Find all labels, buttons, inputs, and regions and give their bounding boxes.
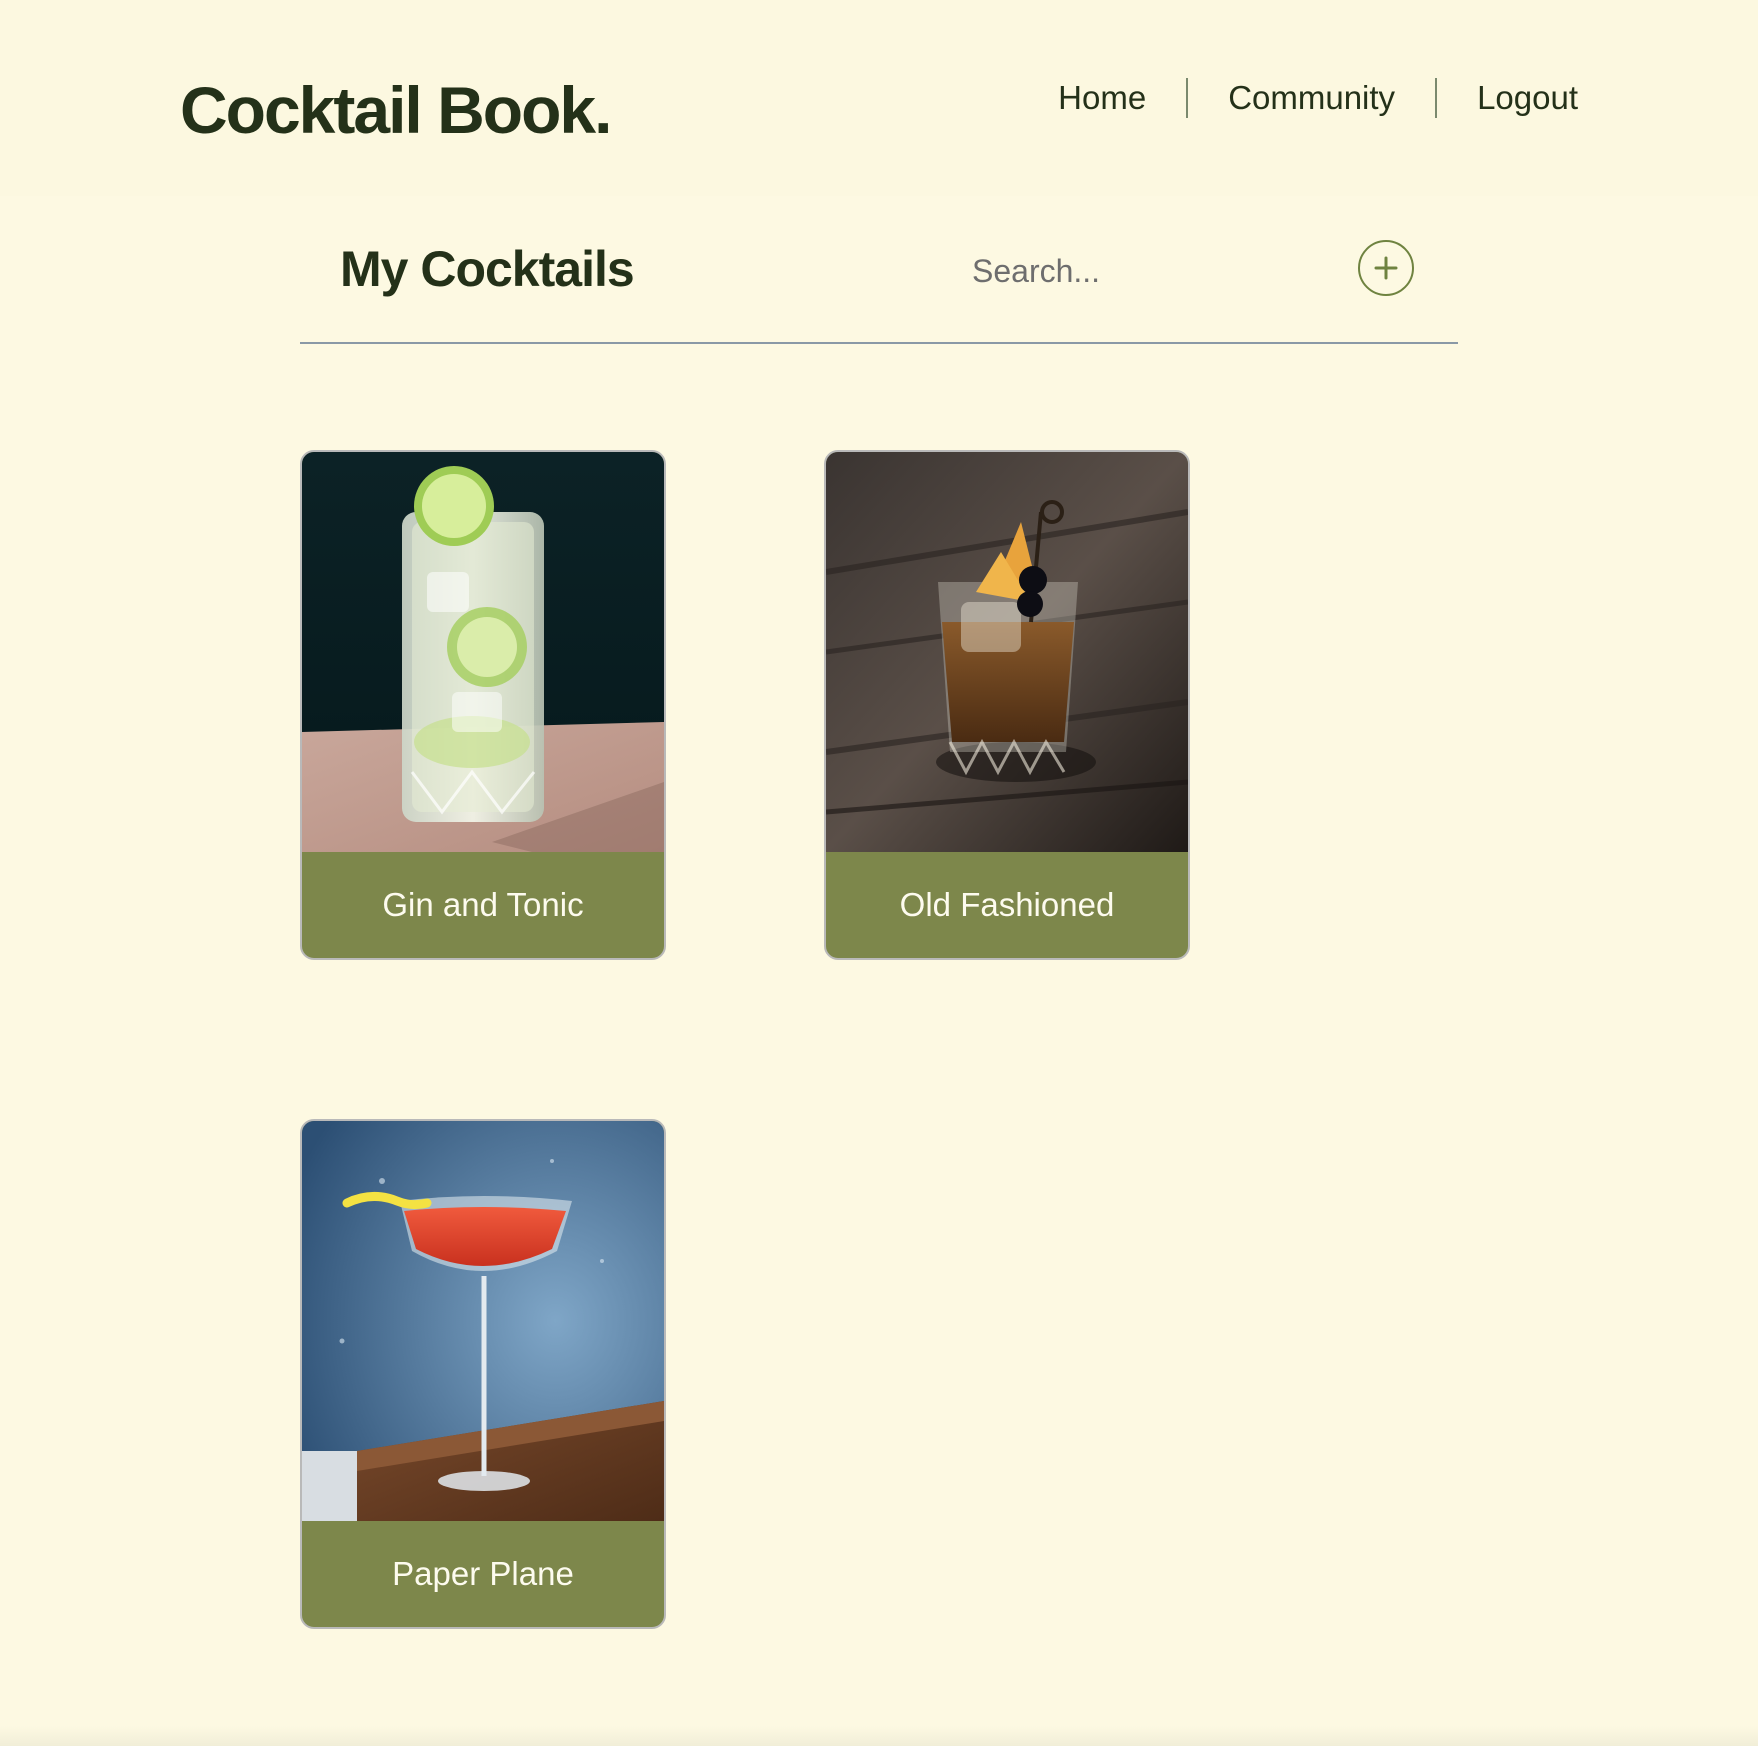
page: Cocktail Book. Home Community Logout My … — [0, 0, 1758, 1746]
site-logo[interactable]: Cocktail Book. — [180, 72, 612, 148]
cocktails-toolbar: My Cocktails — [300, 220, 1458, 344]
plus-circle-icon — [1374, 256, 1398, 280]
nav-community-link[interactable]: Community — [1228, 79, 1395, 117]
gin-and-tonic-photo — [302, 452, 664, 852]
cocktail-name: Gin and Tonic — [382, 886, 584, 923]
nav-divider — [1435, 78, 1438, 118]
page-title: My Cocktails — [340, 241, 635, 297]
nav-home-link[interactable]: Home — [1058, 79, 1146, 117]
paper-plane-photo — [302, 1121, 664, 1521]
cocktail-card[interactable]: Gin and Tonic — [300, 450, 666, 960]
add-cocktail-button[interactable] — [1358, 240, 1414, 296]
main-nav: Home Community Logout — [1058, 78, 1578, 118]
cocktail-card[interactable]: Paper Plane — [300, 1119, 666, 1629]
search-input[interactable] — [970, 240, 1314, 302]
cocktail-card[interactable]: Old Fashioned — [824, 450, 1190, 960]
nav-logout-link[interactable]: Logout — [1477, 79, 1578, 117]
page-footer-band — [0, 1726, 1758, 1746]
nav-divider — [1186, 78, 1189, 118]
cocktail-name: Paper Plane — [392, 1555, 574, 1592]
site-header: Cocktail Book. Home Community Logout — [0, 0, 1758, 196]
old-fashioned-photo — [826, 452, 1188, 852]
cocktail-name: Old Fashioned — [899, 886, 1115, 923]
